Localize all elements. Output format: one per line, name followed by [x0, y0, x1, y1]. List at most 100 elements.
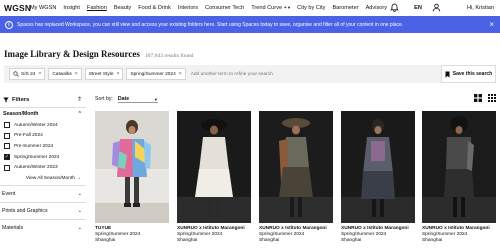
user-icon[interactable]: [432, 3, 441, 12]
filters-sidebar: Filters ⇑ Season/Month ⌃ Autumn/Winter 2…: [0, 92, 86, 252]
nav-right: EN Hi, Kristian: [390, 0, 494, 15]
season-option[interactable]: Autumn/Winter 2023: [0, 162, 86, 173]
season-option-label: Autumn/Winter 2023: [14, 165, 58, 171]
nav-barometer[interactable]: Barometer: [332, 5, 358, 11]
checkbox[interactable]: [4, 143, 10, 150]
search-input[interactable]: Add another term to refine your search: [191, 72, 273, 77]
save-search-button[interactable]: Save this search: [441, 65, 496, 83]
filter-section-prints[interactable]: Prints and Graphics ⌄: [0, 201, 86, 219]
nav-trend-curve-label: Trend Curve +: [251, 4, 287, 11]
search-chip[interactable]: Catwalks ×: [48, 68, 82, 80]
chip-label: Catwalks: [52, 71, 72, 77]
filters-header: Filters ⇑: [0, 92, 86, 108]
season-option-label: Autumn/Winter 2024: [14, 122, 58, 128]
sort-select[interactable]: Date ▼: [117, 96, 158, 103]
runway-photo[interactable]: [177, 111, 251, 223]
section-label: Prints and Graphics: [2, 207, 48, 214]
image-card[interactable]: TUYUE Spring/Summer 2024 Shanghai: [95, 111, 169, 243]
card-season: Spring/Summer 2024: [259, 232, 305, 237]
nav-trend-curve[interactable]: Trend Curve +▾: [251, 5, 290, 11]
user-menu[interactable]: Hi, Kristian: [467, 5, 494, 11]
filter-section-materials[interactable]: Materials ⌄: [0, 218, 86, 236]
season-heading-label: Season/Month: [3, 111, 39, 117]
checkbox[interactable]: [4, 122, 10, 129]
grid-large-icon[interactable]: [474, 94, 482, 102]
filter-section-event[interactable]: Event ⌄: [0, 184, 86, 202]
chevron-up-icon: ⌃: [77, 111, 82, 117]
search-chip[interactable]: S/S 24 ×: [9, 68, 46, 80]
chevron-down-icon: ⌄: [77, 224, 82, 231]
image-card[interactable]: XUNRUO x Istituto Marangoni Spring/Summe…: [341, 111, 415, 243]
chevron-down-icon: ▾: [287, 4, 291, 10]
season-option-label: Pre-Summer 2024: [14, 143, 54, 149]
filter-icon: [3, 97, 9, 102]
card-title: XUNRUO x Istituto Marangoni: [177, 226, 245, 231]
nav-food-drink[interactable]: Food & Drink: [138, 5, 171, 11]
card-title: XUNRUO x Istituto Marangoni: [422, 226, 490, 231]
card-season: Spring/Summer 2024: [95, 232, 141, 237]
image-card[interactable]: XUNRUO x Istituto Marangoni Spring/Summe…: [259, 111, 333, 243]
card-title: TUYUE: [95, 226, 112, 231]
runway-image: [177, 111, 251, 223]
section-label: Event: [2, 190, 16, 197]
runway-photo[interactable]: [259, 111, 333, 223]
card-city: Shanghai: [259, 238, 280, 243]
nav-insight[interactable]: Insight: [63, 5, 79, 11]
section-label: Materials: [2, 224, 24, 231]
nav-beauty[interactable]: Beauty: [114, 5, 131, 11]
remove-chip-icon[interactable]: ×: [117, 71, 120, 77]
runway-photo[interactable]: [422, 111, 496, 223]
image-card[interactable]: XUNRUO x Istituto Marangoni Spring/Summe…: [422, 111, 496, 243]
view-all-seasons-link[interactable]: View All Season/Month →: [0, 173, 86, 185]
info-icon: i: [5, 20, 13, 29]
bookmark-icon: [445, 71, 450, 77]
runway-photo[interactable]: [341, 111, 415, 223]
chevron-down-icon: ⌄: [77, 207, 82, 214]
season-option-label: Spring/Summer 2024: [14, 154, 60, 160]
runway-image: [259, 111, 333, 223]
season-option[interactable]: Autumn/Winter 2024: [0, 120, 86, 131]
bell-icon[interactable]: [390, 3, 399, 12]
nav-fashion[interactable]: Fashion: [87, 5, 107, 11]
collapse-icon[interactable]: ⇑: [77, 96, 82, 103]
card-season: Spring/Summer 2024: [177, 232, 223, 237]
close-icon[interactable]: ×: [489, 20, 494, 29]
spaces-banner: i Spaces has replaced Workspace, you can…: [0, 16, 500, 33]
image-card[interactable]: XUNRUO x Istituto Marangoni Spring/Summe…: [177, 111, 251, 243]
card-title: XUNRUO x Istituto Marangoni: [259, 226, 327, 231]
nav-consumer-tech[interactable]: Consumer Tech: [205, 5, 244, 11]
remove-chip-icon[interactable]: ×: [179, 71, 182, 77]
card-season: Spring/Summer 2024: [422, 232, 468, 237]
page-title: Image Library & Design Resources: [4, 49, 140, 59]
results-count: 107,643 results found: [144, 53, 194, 59]
nav-city-by-city[interactable]: City by City: [297, 5, 325, 11]
season-option[interactable]: Pre-Summer 2024: [0, 141, 86, 152]
chip-label: S/S 24: [21, 71, 36, 77]
page-header: Image Library & Design Resources 107,643…: [4, 49, 193, 59]
card-city: Shanghai: [177, 238, 198, 243]
search-chip[interactable]: Street Style ×: [84, 68, 124, 80]
search-bar[interactable]: S/S 24 × Catwalks × Street Style × Sprin…: [4, 65, 496, 83]
season-section-header[interactable]: Season/Month ⌃: [0, 108, 86, 120]
season-option[interactable]: ✓ Spring/Summer 2024: [0, 152, 86, 163]
search-chip[interactable]: Spring/Summer 2024 ×: [126, 68, 186, 80]
checkbox[interactable]: [4, 132, 10, 139]
checkbox-checked[interactable]: ✓: [4, 154, 10, 161]
wgsn-logo[interactable]: WGSN: [4, 3, 31, 13]
card-city: Shanghai: [95, 238, 116, 243]
chip-label: Street Style: [88, 71, 114, 77]
nav-interiors[interactable]: Interiors: [178, 5, 198, 11]
checkbox[interactable]: [4, 164, 10, 171]
season-option[interactable]: Pre-Fall 2024: [0, 131, 86, 142]
nav-advisory[interactable]: Advisory: [366, 5, 387, 11]
remove-chip-icon[interactable]: ×: [38, 71, 41, 77]
filters-title: Filters: [12, 96, 30, 103]
main-nav: My WGSN Insight Fashion Beauty Food & Dr…: [30, 5, 394, 11]
runway-photo[interactable]: [95, 111, 169, 223]
language-selector[interactable]: EN: [414, 5, 422, 11]
chevron-down-icon: ⌄: [77, 190, 82, 197]
remove-chip-icon[interactable]: ×: [75, 71, 78, 77]
top-nav: WGSN My WGSN Insight Fashion Beauty Food…: [0, 0, 500, 15]
nav-my-wgsn[interactable]: My WGSN: [30, 5, 56, 11]
grid-small-icon[interactable]: [488, 94, 496, 102]
